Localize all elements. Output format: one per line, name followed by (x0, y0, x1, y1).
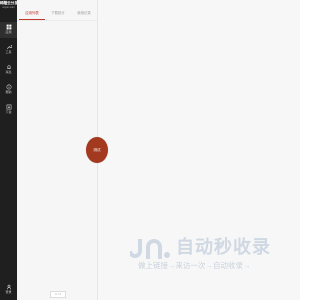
watermark-title: 自动秒收录 (176, 237, 271, 257)
tab-usage-records[interactable]: 使用记录 (71, 6, 97, 20)
sidebar-item-help[interactable]: 帮助 (0, 82, 17, 98)
app-window: 稀酷云分发 xcyun.com 应用 工具 消息 帮助 下载 登录 应用列表 下… (0, 0, 300, 300)
sidebar-item-label: 帮助 (5, 90, 12, 94)
panel-tabs: 应用列表 下载统计 使用记录 (17, 6, 97, 20)
watermark-logo: 自动秒收录 做上链接→来访一次→自动收录→ (130, 235, 280, 275)
sidebar-item-apps[interactable]: 应用 (0, 22, 17, 38)
sidebar-item-label: 工具 (5, 50, 12, 54)
sidebar-item-label: 消息 (5, 70, 12, 74)
sidebar: 稀酷云分发 xcyun.com 应用 工具 消息 帮助 下载 登录 (0, 0, 18, 300)
sidebar-item-download[interactable]: 下载 (0, 102, 17, 118)
sidebar-item-label: 下载 (5, 110, 12, 114)
pagination[interactable]: 1 / 1 (50, 291, 66, 298)
sidebar-item-login[interactable]: 登录 (0, 282, 17, 298)
logo-mark-icon (130, 239, 170, 259)
sidebar-item-tools[interactable]: 工具 (0, 42, 17, 58)
floating-action-button[interactable]: 测试 (86, 137, 108, 163)
sidebar-item-label: 登录 (5, 290, 12, 294)
tab-app-list[interactable]: 应用列表 (19, 6, 45, 20)
divider (17, 20, 97, 21)
brand-domain: xcyun.com (2, 5, 15, 9)
tab-download-stats[interactable]: 下载统计 (45, 6, 71, 20)
brand: 稀酷云分发 xcyun.com (0, 1, 18, 9)
sidebar-item-messages[interactable]: 消息 (0, 62, 17, 78)
watermark-subtitle: 做上链接→来访一次→自动收录→ (138, 261, 251, 270)
sidebar-item-label: 应用 (5, 30, 12, 34)
